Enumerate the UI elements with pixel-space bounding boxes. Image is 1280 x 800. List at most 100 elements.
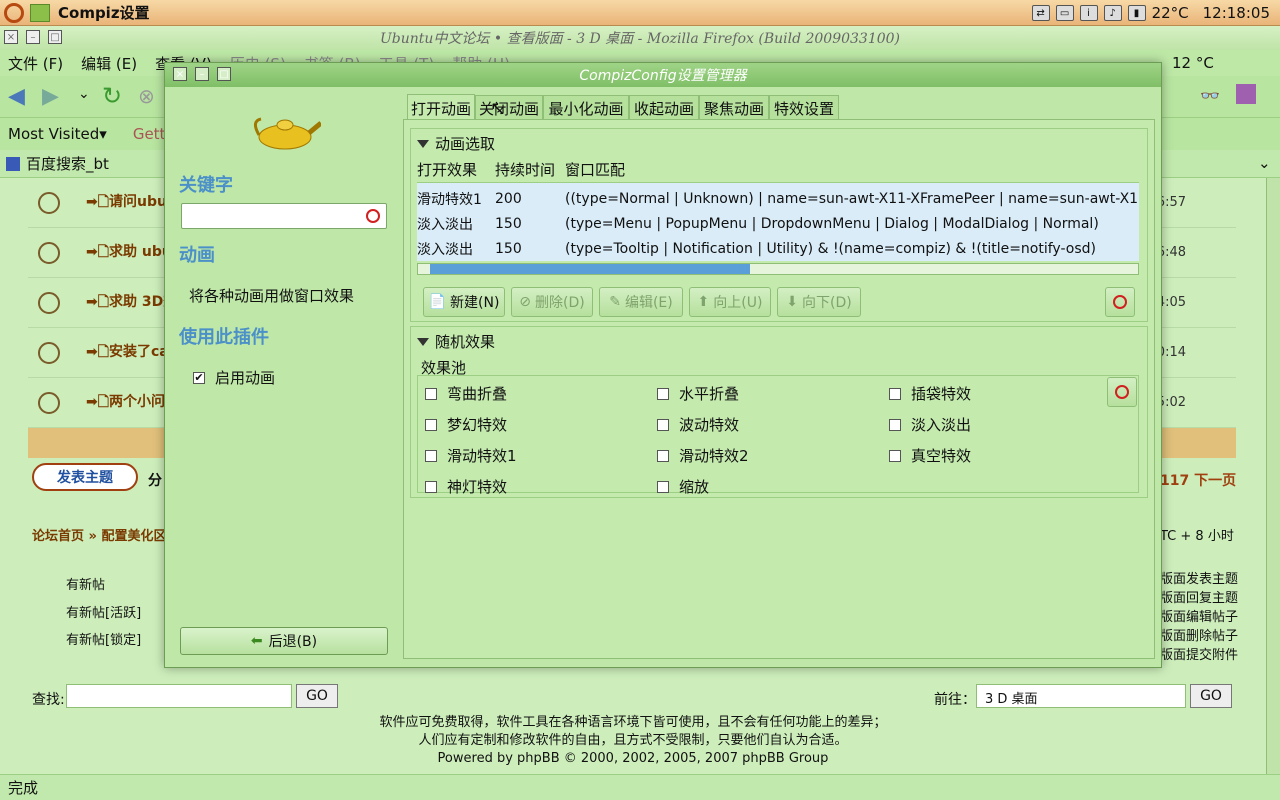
column-header[interactable]: 窗口匹配 [565, 159, 625, 180]
move-down-button[interactable]: ⬇ 向下(D) [777, 287, 861, 317]
tab-effect-settings[interactable]: 特效设置 [769, 95, 839, 121]
footer: 软件应可免费取得，软件工具在各种语言环境下皆可使用，且不会有任何功能上的差异； … [0, 714, 1266, 768]
grid-app-icon[interactable] [1236, 84, 1256, 104]
tab-focus-animation[interactable]: 聚焦动画 [699, 95, 769, 121]
down-arrow-icon: ⬇ [786, 294, 798, 310]
scrollbar-thumb[interactable] [430, 264, 750, 274]
effect-cell: 淡入淡出 [417, 216, 473, 233]
forward-arrow-icon[interactable]: ▶ [42, 84, 59, 109]
effect-checkbox[interactable]: 波动特效 [657, 414, 739, 435]
effect-checkbox[interactable]: 插袋特效 [889, 383, 971, 404]
firefox-window-title: Ubuntu中文论坛 • 查看版面 - 3 D 桌面 - Mozilla Fir… [379, 31, 901, 47]
column-header[interactable]: 打开效果 [417, 159, 495, 180]
topic-icon [38, 391, 60, 414]
delete-button[interactable]: ⊘ 删除(D) [511, 287, 593, 317]
effect-pool-group [417, 375, 1139, 493]
horizontal-scrollbar[interactable] [417, 263, 1139, 275]
effect-checkbox[interactable]: 水平折叠 [657, 383, 739, 404]
move-up-button[interactable]: ⬆ 向上(U) [689, 287, 771, 317]
table-header: 打开效果 持续时间 窗口匹配 [417, 157, 1139, 183]
plugin-description: 将各种动画用做窗口效果 [189, 287, 355, 305]
monitor-icon[interactable]: ▭ [1055, 5, 1074, 21]
temperature[interactable]: 22°C [1152, 4, 1189, 22]
top-panel: Compiz设置 ⇄ ▭ i ♪ ▮ 22°C 12:18:05 [0, 0, 1280, 26]
dialog-minimize-icon[interactable]: – [195, 67, 209, 81]
tab-close-animation[interactable]: 关闭动画 [475, 95, 543, 121]
dialog-close-icon[interactable]: × [173, 67, 187, 81]
plugin-search-input[interactable] [181, 203, 387, 229]
effect-checkbox[interactable]: 滑动特效2 [657, 445, 749, 466]
info-icon[interactable]: i [1079, 5, 1098, 21]
tab-content: 动画选取 打开效果 持续时间 窗口匹配 滑动特效1 200 ((type=Nor… [403, 119, 1155, 659]
effect-cell: 滑动特效1 [417, 191, 482, 208]
effect-checkbox[interactable]: 缩放 [657, 476, 709, 497]
table-row[interactable]: 淡入淡出 150 (type=Menu | PopupMenu | Dropdo… [417, 211, 1139, 236]
maximize-icon[interactable]: □ [48, 30, 62, 44]
enable-animation-checkbox[interactable]: ✔ 启用动画 [193, 367, 275, 388]
clock[interactable]: 12:18:05 [1203, 4, 1270, 22]
network-icon[interactable]: ⇄ [1031, 5, 1050, 21]
legend-active: 有新帖[活跃] [66, 606, 142, 621]
edit-button[interactable]: ✎ 编辑(E) [599, 287, 683, 317]
match-cell: ((type=Normal | Unknown) | name=sun-awt-… [565, 190, 1139, 207]
breadcrumb[interactable]: 论坛首页 » 配置美化区 [32, 525, 166, 544]
reload-icon[interactable]: ↻ [102, 82, 122, 110]
dialog-maximize-icon[interactable]: □ [217, 67, 231, 81]
paging-next[interactable]: 117 下一页 [1160, 470, 1236, 490]
paging-prefix: 分 [148, 473, 162, 489]
table-row[interactable]: 滑动特效1 200 ((type=Normal | Unknown) | nam… [417, 186, 1139, 211]
page-scrollbar[interactable] [1266, 178, 1280, 774]
duration-cell: 150 [495, 240, 522, 257]
animation-selection-expander[interactable]: 动画选取 [417, 133, 495, 154]
footer-line: Powered by phpBB © 2000, 2002, 2005, 200… [437, 751, 829, 766]
random-effects-expander[interactable]: 随机效果 [417, 331, 495, 352]
weather-readout: 12 °C [1172, 54, 1214, 72]
goto-go-button[interactable]: GO [1190, 684, 1232, 708]
minimize-icon[interactable]: – [26, 30, 40, 44]
bookmark-most-visited[interactable]: Most Visited▾ [8, 125, 107, 143]
column-header[interactable]: 持续时间 [495, 159, 565, 180]
topic-icon [38, 241, 60, 264]
tab-open-animation[interactable]: 打开动画 [407, 94, 475, 121]
effect-checkbox[interactable]: 淡入淡出 [889, 414, 971, 435]
new-button[interactable]: 📄 新建(N) [423, 287, 505, 317]
new-icon: 📄 [428, 294, 447, 310]
dialog-sidebar: 关键字 动画 将各种动画用做窗口效果 使用此插件 ✔ 启用动画 [165, 87, 403, 667]
match-cell: (type=Menu | PopupMenu | DropdownMenu | … [565, 215, 1099, 232]
close-icon[interactable]: × [4, 30, 18, 44]
post-topic-button[interactable]: 发表主题 [32, 463, 138, 491]
search-go-button[interactable]: GO [296, 684, 338, 708]
effect-checkbox[interactable]: 滑动特效1 [425, 445, 517, 466]
volume-icon[interactable]: ♪ [1103, 5, 1122, 21]
goto-select[interactable]: 3 D 桌面 [976, 684, 1186, 708]
effect-checkbox[interactable]: 弯曲折叠 [425, 383, 507, 404]
history-dropdown-icon[interactable]: ⌄ [78, 86, 90, 102]
reset-animation-button[interactable] [1105, 287, 1135, 317]
back-arrow-icon[interactable]: ◀ [8, 84, 25, 109]
goto-label: 前往： [934, 692, 976, 708]
reset-random-button[interactable] [1107, 377, 1137, 407]
stop-icon[interactable]: ⊗ [138, 84, 155, 108]
delete-icon: ⊘ [519, 294, 531, 310]
active-app-title: Compiz设置 [58, 4, 150, 22]
table-row[interactable]: 淡入淡出 150 (type=Tooltip | Notification | … [417, 236, 1139, 261]
menu-edit[interactable]: 编辑 (E) [81, 53, 137, 74]
effect-checkbox[interactable]: 梦幻特效 [425, 414, 507, 435]
ubuntu-logo-icon[interactable] [4, 2, 24, 23]
keyword-heading: 关键字 [179, 175, 233, 196]
back-button[interactable]: ⬅ 后退(B) [180, 627, 388, 655]
menu-file[interactable]: 文件 (F) [8, 53, 63, 74]
forum-search-input[interactable] [66, 684, 292, 708]
tab-minimize-animation[interactable]: 最小化动画 [543, 95, 629, 121]
effect-checkbox[interactable]: 真空特效 [889, 445, 971, 466]
status-bar: 完成 [0, 774, 1280, 800]
binoculars-icon[interactable]: 👓 [1200, 86, 1220, 105]
battery-icon[interactable]: ▮ [1127, 5, 1146, 21]
perm-line: 版面回复主题 [1160, 591, 1239, 606]
clear-search-icon[interactable] [366, 209, 380, 223]
tab-baidu[interactable]: 百度搜索_bt [26, 153, 109, 174]
perm-line: 版面编辑帖子 [1160, 610, 1239, 625]
effect-checkbox[interactable]: 神灯特效 [425, 476, 507, 497]
tab-shade-animation[interactable]: 收起动画 [629, 95, 699, 121]
tab-list-icon[interactable]: ⌄ [1258, 154, 1271, 172]
